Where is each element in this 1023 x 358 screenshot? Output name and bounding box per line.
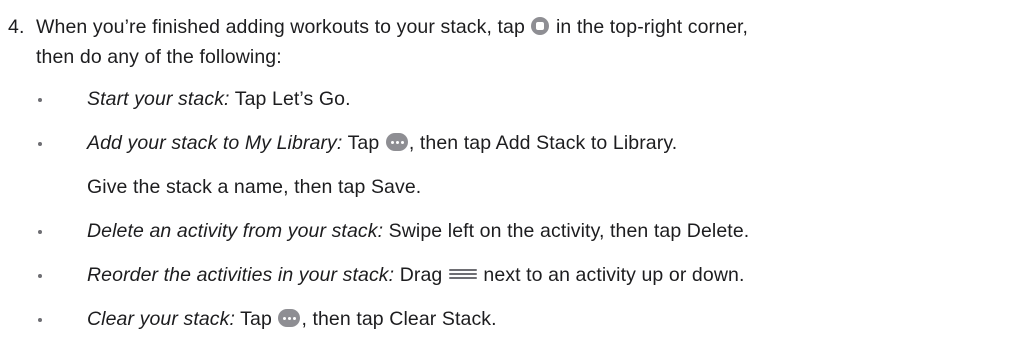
bullet-label: Add your stack to My Library: — [87, 132, 343, 154]
bullet-body-part-2: , then tap Clear Stack. — [301, 308, 497, 330]
bullet-label: Start your stack: — [87, 88, 230, 110]
bullet-list: Start your stack: Tap Let’s Go. Add your… — [0, 0, 1023, 358]
drag-handle-icon — [448, 268, 477, 280]
bullet-body-part-1: Tap — [235, 308, 278, 330]
bullet-text: Delete an activity from your stack: Swip… — [87, 216, 749, 246]
bullet-continuation-text: Give the stack a name, then tap Save. — [87, 176, 422, 198]
bullet-body: Swipe left on the activity, then tap Del… — [383, 220, 750, 242]
more-icon — [278, 308, 301, 327]
bullet-dot — [38, 142, 42, 146]
bullet-dot — [38, 230, 42, 234]
bullet-body-part-1: Tap — [342, 132, 385, 154]
bullet-text: Clear your stack: Tap , then tap Clear S… — [87, 304, 497, 334]
bullet-dot — [38, 274, 42, 278]
more-icon — [385, 132, 408, 151]
bullet-dot — [38, 318, 42, 322]
bullet-body-part-1: Drag — [394, 264, 448, 286]
bullet-dot — [38, 98, 42, 102]
bullet-label: Reorder the activities in your stack: — [87, 264, 395, 286]
bullet-label: Clear your stack: — [87, 308, 235, 330]
bullet-text: Add your stack to My Library: Tap , then… — [87, 128, 677, 158]
bullet-text: Reorder the activities in your stack: Dr… — [87, 260, 744, 290]
bullet-body-part-2: next to an activity up or down. — [477, 264, 745, 286]
bullet-body: Tap Let’s Go. — [229, 88, 351, 110]
bullet-text: Start your stack: Tap Let’s Go. — [87, 84, 351, 114]
bullet-label: Delete an activity from your stack: — [87, 220, 384, 242]
bullet-body-part-2: , then tap Add Stack to Library. — [408, 132, 678, 154]
